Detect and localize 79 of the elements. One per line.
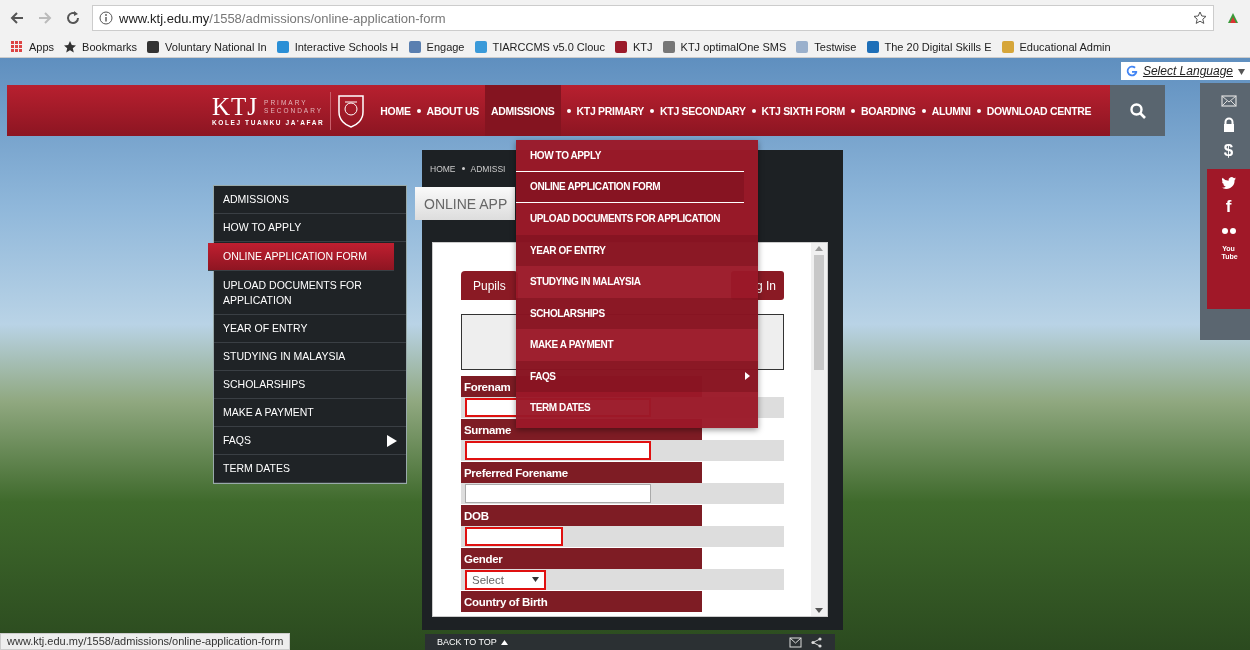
- breadcrumb-link[interactable]: ADMISSI: [470, 163, 506, 174]
- menu-item[interactable]: ONLINE APPLICATION FORM: [208, 243, 394, 271]
- breadcrumb-link[interactable]: HOME: [430, 163, 456, 174]
- bookmark[interactable]: Apps: [10, 39, 55, 54]
- scrollbar-thumb[interactable]: [814, 255, 824, 370]
- menu-item[interactable]: SCHOLARSHIPS: [516, 297, 758, 329]
- menu-item[interactable]: SCHOLARSHIPS: [214, 371, 406, 399]
- field-label: DOB: [461, 505, 702, 526]
- menu-item[interactable]: ONLINE APPLICATION FORM: [516, 171, 744, 203]
- menu-item[interactable]: MAKE A PAYMENT: [516, 329, 758, 361]
- page-title: ONLINE APP: [415, 187, 515, 220]
- input-field[interactable]: [465, 527, 563, 546]
- nav-link[interactable]: HOME: [377, 85, 414, 136]
- menu-item[interactable]: HOW TO APPLY: [516, 140, 744, 172]
- menu-item[interactable]: YEAR OF ENTRY: [516, 234, 758, 266]
- caret-icon: [745, 372, 750, 381]
- caret-icon: [500, 639, 508, 645]
- bookmark[interactable]: Engage: [407, 39, 465, 54]
- bookmark[interactable]: Voluntary National In: [146, 39, 267, 54]
- menu-item[interactable]: MAKE A PAYMENT: [214, 399, 406, 427]
- nav-link[interactable]: KTJ SIXTH FORM: [758, 85, 848, 136]
- reload-icon[interactable]: [64, 9, 82, 27]
- menu-item[interactable]: UPLOAD DOCUMENTS FOR APPLICATION: [516, 203, 758, 235]
- play-arrow-icon: [387, 434, 397, 447]
- nav-link[interactable]: DOWNLOAD CENTRE: [983, 85, 1095, 136]
- star-icon[interactable]: [1193, 11, 1207, 25]
- bookmark[interactable]: The 20 Digital Skills E: [865, 39, 992, 54]
- scrollbar[interactable]: [811, 243, 827, 616]
- menu-item[interactable]: HOW TO APPLY: [214, 214, 406, 242]
- search-button[interactable]: [1110, 85, 1165, 136]
- g-logo-icon: [1124, 64, 1139, 78]
- status-url: www.ktj.edu.my/1558/admissions/online-application-form: [0, 633, 291, 650]
- nav-link[interactable]: BOARDING: [857, 85, 919, 136]
- back-to-top-link[interactable]: BACK TO TOP: [437, 637, 508, 647]
- bookmark[interactable]: Testwise: [795, 39, 857, 54]
- field-label: Preferred Forename: [461, 462, 702, 483]
- nav-link[interactable]: ABOUT US: [423, 85, 483, 136]
- bookmark[interactable]: Interactive Schools H: [275, 39, 399, 54]
- nav-link[interactable]: ADMISSIONS: [485, 85, 561, 136]
- menu-item[interactable]: ADMISSIONS: [214, 186, 406, 214]
- select-field[interactable]: Select: [465, 569, 546, 590]
- bookmark[interactable]: Educational Admin: [1000, 39, 1111, 54]
- bookmark[interactable]: TIARCCMS v5.0 Clouc: [473, 39, 605, 54]
- mail-icon[interactable]: [789, 636, 802, 648]
- menu-item[interactable]: YEAR OF ENTRY: [214, 315, 406, 343]
- menu-item[interactable]: FAQS: [214, 427, 406, 455]
- input-field[interactable]: [465, 441, 651, 460]
- menu-item[interactable]: FAQS: [516, 360, 758, 392]
- mail-icon[interactable]: [1220, 93, 1237, 109]
- facebook-link[interactable]: f: [1225, 197, 1232, 217]
- language-selector[interactable]: Select Language: [1120, 62, 1250, 80]
- logo-initials: KTJ: [212, 95, 259, 119]
- menu-item[interactable]: UPLOAD DOCUMENTS FOR APPLICATION: [214, 272, 406, 315]
- bookmark[interactable]: Bookmarks: [63, 39, 138, 54]
- menu-item[interactable]: TERM DATES: [214, 455, 406, 483]
- url-text: www.ktj.edu.my/1558/admissions/online-application-form: [119, 10, 446, 26]
- star-icon: [63, 39, 78, 54]
- address-bar[interactable]: www.ktj.edu.my/1558/admissions/online-application-form: [92, 5, 1214, 31]
- caret-icon: [1237, 66, 1246, 76]
- caret-icon: [532, 577, 539, 582]
- nav-link[interactable]: KTJ PRIMARY: [573, 85, 648, 136]
- info-icon[interactable]: [99, 11, 113, 25]
- dollar-link[interactable]: $: [1223, 141, 1234, 161]
- down-arrow-icon[interactable]: [815, 608, 823, 613]
- share-icon[interactable]: [810, 636, 823, 648]
- apps-grid-icon: [10, 39, 24, 54]
- menu-item-label: FAQS: [223, 433, 251, 448]
- input-field[interactable]: [465, 484, 651, 503]
- field-label: Country of Birth: [461, 591, 702, 612]
- bookmark[interactable]: KTJ optimalOne SMS: [661, 39, 787, 54]
- bookmark[interactable]: KTJ: [614, 39, 653, 54]
- tab[interactable]: Pupils: [461, 271, 518, 300]
- nav-link[interactable]: ALUMNI: [928, 85, 974, 136]
- search-icon: [1128, 101, 1147, 120]
- menu-item[interactable]: STUDYING IN MALAYSIA: [516, 266, 758, 298]
- twitter-bird-icon[interactable]: [1220, 175, 1237, 191]
- menu-item[interactable]: STUDYING IN MALAYSIA: [214, 343, 406, 371]
- nav-link[interactable]: KTJ SECONDARY: [657, 85, 749, 136]
- field-label: Gender: [461, 548, 702, 569]
